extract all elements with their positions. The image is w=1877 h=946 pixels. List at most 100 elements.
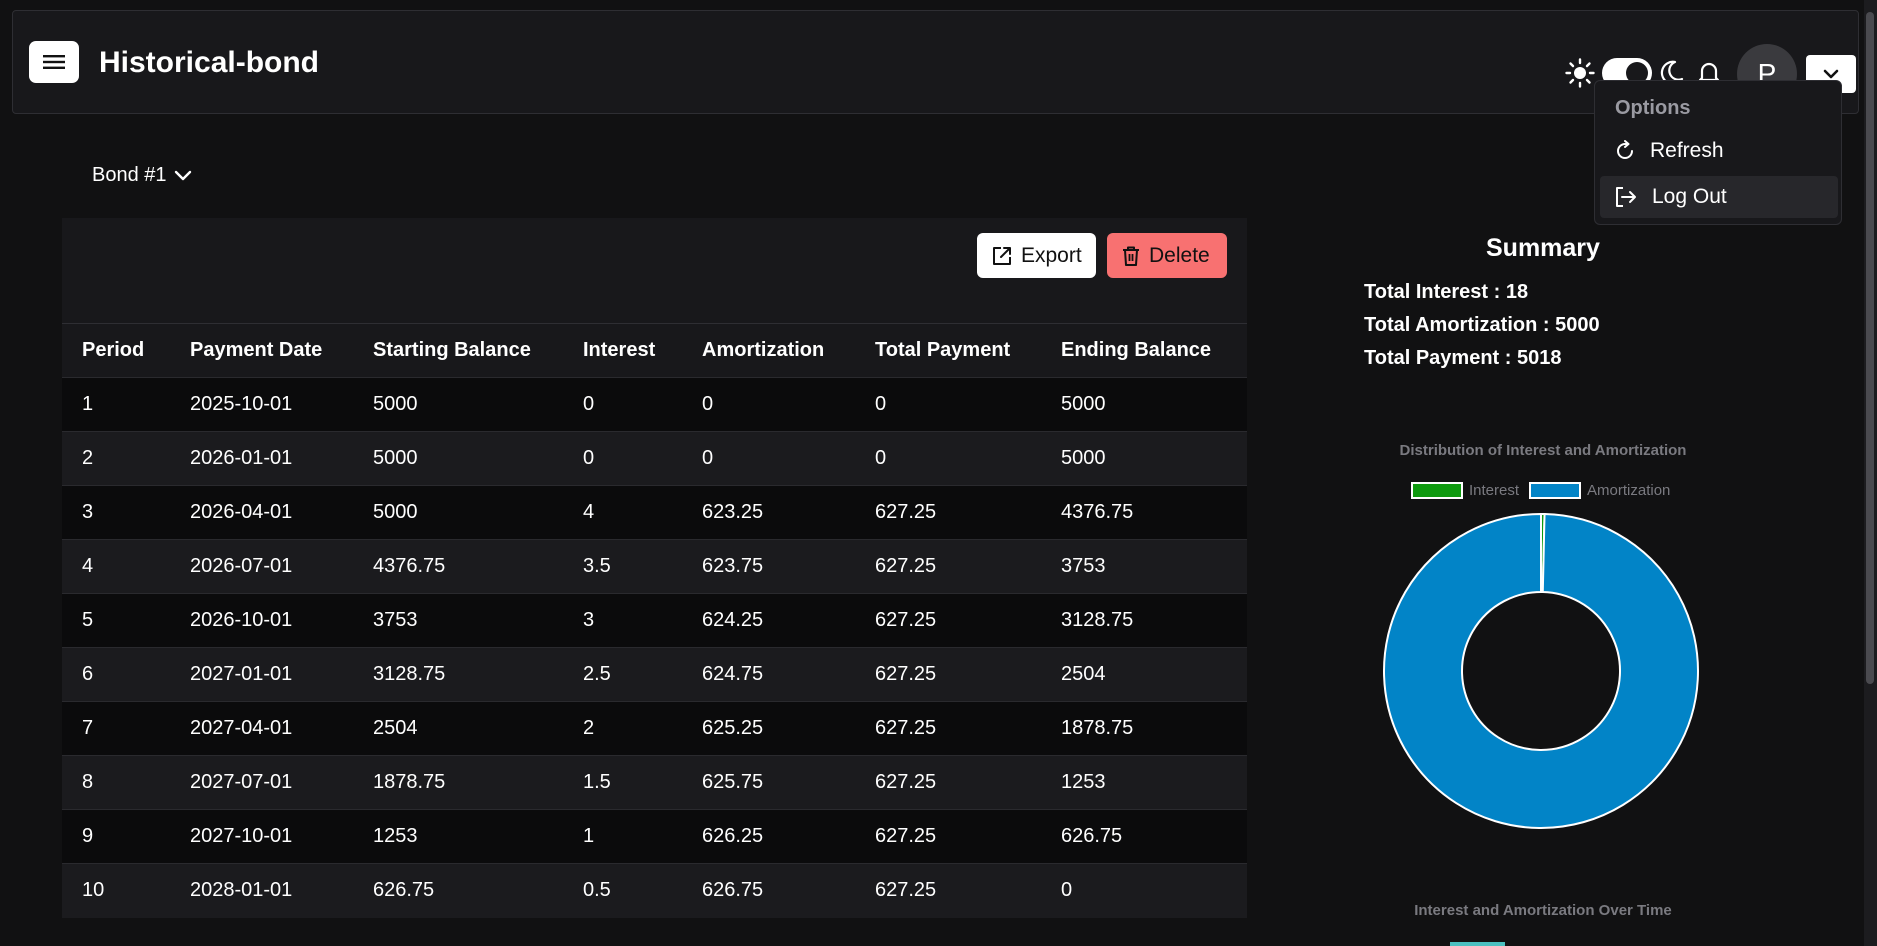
delete-label: Delete	[1149, 243, 1210, 267]
column-header: Total Payment	[875, 339, 1011, 361]
table-cell: 3	[82, 501, 94, 523]
amortization-table: Period Payment Date Starting Balance Int…	[62, 323, 1247, 918]
donut-chart	[1383, 512, 1699, 829]
options-dropdown: Options Refresh Log Out	[1594, 80, 1842, 225]
table-cell: 0	[1061, 879, 1073, 902]
table-header-row: Period Payment Date Starting Balance Int…	[62, 323, 1247, 378]
table-row: 8 2027-07-01 1878.75 1.5 625.75 627.25 1253	[62, 755, 1247, 810]
chart-title: Distribution of Interest and Amortizatio…	[1399, 442, 1687, 459]
table-cell: 627.25	[875, 663, 937, 685]
table-cell: 2027-01-01	[190, 663, 293, 685]
table-cell: 2026-01-01	[190, 447, 293, 469]
table-cell: 1	[583, 825, 595, 847]
sun-icon	[1565, 58, 1595, 88]
legend-item-interest[interactable]: Interest	[1411, 482, 1519, 499]
table-cell: 5000	[373, 393, 418, 415]
table-cell: 4	[583, 501, 595, 523]
menu-item-refresh[interactable]: Refresh	[1600, 130, 1838, 172]
table-row: 4 2026-07-01 4376.75 3.5 623.75 627.25 3753	[62, 539, 1247, 594]
scrollbar[interactable]	[1864, 0, 1877, 946]
export-label: Export	[1021, 243, 1082, 267]
column-header: Amortization	[702, 339, 825, 361]
legend-item-amortization[interactable]: Amortization	[1529, 482, 1670, 499]
hamburger-menu-button[interactable]	[29, 41, 79, 83]
table-cell: 627.25	[875, 609, 937, 631]
table-cell: 6	[82, 663, 94, 685]
legend-swatch	[1450, 942, 1505, 946]
trash-icon	[1123, 246, 1139, 266]
legend-label: Interest	[1469, 482, 1520, 499]
menu-item-logout[interactable]: Log Out	[1600, 176, 1838, 218]
table-cell: 4376.75	[373, 555, 446, 577]
table-cell: 624.75	[702, 663, 764, 685]
external-link-icon	[993, 246, 1011, 265]
column-header: Payment Date	[190, 339, 323, 361]
legend-swatch	[1411, 482, 1463, 499]
table-cell: 2027-07-01	[190, 771, 293, 793]
table-cell: 2026-04-01	[190, 501, 293, 523]
chart-legend: Interest Amortization	[1411, 482, 1680, 499]
bond-selector-label: Bond #1	[92, 164, 167, 186]
table-cell: 5000	[1061, 393, 1106, 415]
donut-slice-amortization[interactable]	[1383, 512, 1699, 829]
table-cell: 1253	[1061, 771, 1106, 793]
table-cell: 4376.75	[1061, 501, 1134, 523]
chart-title-over-time: Interest and Amortization Over Time	[1414, 902, 1672, 919]
table-row: 6 2027-01-01 3128.75 2.5 624.75 627.25 2504	[62, 647, 1247, 702]
table-cell: 626.25	[702, 825, 764, 847]
table-cell: 2.5	[583, 663, 611, 685]
table-cell: 5000	[373, 447, 418, 469]
table-cell: 2504	[1061, 663, 1106, 685]
legend-label: Amortization	[1587, 482, 1671, 499]
table-cell: 3128.75	[1061, 609, 1134, 631]
table-cell: 1	[82, 393, 94, 415]
chevron-down-icon	[174, 170, 191, 180]
table-cell: 2025-10-01	[190, 393, 293, 415]
table-cell: 0	[875, 393, 887, 415]
table-cell: 4	[82, 555, 94, 577]
bond-selector[interactable]: Bond #1	[92, 164, 192, 187]
column-header: Interest	[583, 339, 656, 361]
table-cell: 2026-07-01	[190, 555, 293, 577]
options-title: Options	[1615, 97, 1691, 119]
table-cell: 627.25	[875, 771, 937, 793]
scroll-thumb[interactable]	[1866, 12, 1874, 684]
table-cell: 2027-04-01	[190, 717, 293, 739]
chevron-down-icon	[1823, 69, 1839, 79]
table-row: 7 2027-04-01 2504 2 625.25 627.25 1878.75	[62, 701, 1247, 756]
table-cell: 2	[583, 717, 595, 739]
column-header: Period	[82, 339, 145, 361]
menu-icon	[43, 55, 65, 69]
table-cell: 627.25	[875, 825, 937, 847]
table-row: 1 2025-10-01 5000 0 0 0 5000	[62, 377, 1247, 432]
table-cell: 0	[702, 393, 714, 415]
summary-title: Summary	[1486, 234, 1600, 262]
table-cell: 7	[82, 717, 94, 739]
menu-item-label: Refresh	[1650, 139, 1724, 162]
table-row: 2 2026-01-01 5000 0 0 0 5000	[62, 431, 1247, 486]
table-cell: 2028-01-01	[190, 879, 293, 902]
table-cell: 1878.75	[1061, 717, 1134, 739]
table-cell: 627.25	[875, 555, 937, 577]
table-cell: 5	[82, 609, 94, 631]
table-cell: 0	[583, 447, 595, 469]
table-cell: 10	[82, 879, 105, 902]
table-cell: 1878.75	[373, 771, 446, 793]
column-header: Ending Balance	[1061, 339, 1212, 361]
table-cell: 0	[875, 447, 887, 469]
table-cell: 627.25	[875, 879, 937, 902]
table-cell: 0.5	[583, 879, 611, 902]
table-cell: 1253	[373, 825, 418, 847]
export-button[interactable]: Export	[977, 233, 1096, 278]
table-cell: 2	[82, 447, 94, 469]
logout-icon	[1616, 187, 1636, 207]
table-cell: 2026-10-01	[190, 609, 293, 631]
app-header: Historical-bond P	[12, 10, 1859, 114]
delete-button[interactable]: Delete	[1107, 233, 1227, 278]
page-title: Historical-bond	[99, 46, 320, 79]
menu-item-label: Log Out	[1652, 185, 1727, 208]
table-cell: 8	[82, 771, 94, 793]
table-body: 1 2025-10-01 5000 0 0 0 5000 2 2026-01-01 5000 0 0 0…	[62, 377, 1247, 918]
table-cell: 625.25	[702, 717, 764, 739]
table-cell: 626.75	[1061, 825, 1123, 847]
